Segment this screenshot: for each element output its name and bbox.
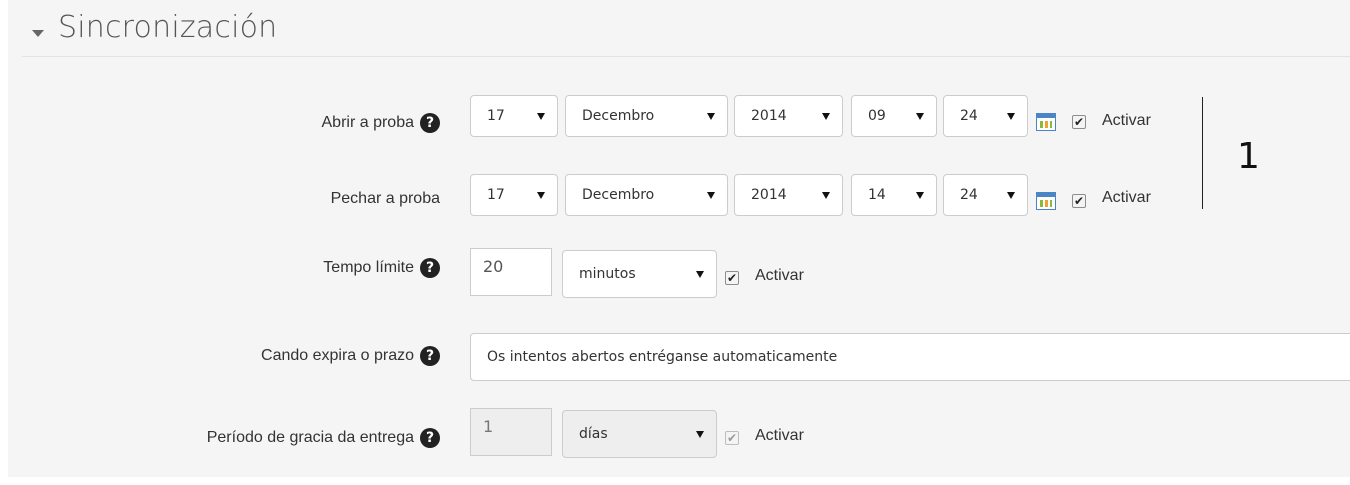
overdue-label: Cando expira o prazo ? — [261, 346, 440, 366]
timelimit-unit-select[interactable]: minutos — [562, 250, 717, 298]
annotation-bracket-line — [1202, 97, 1203, 209]
close-enable-checkbox[interactable]: ✔ — [1072, 194, 1086, 208]
close-year-select[interactable]: 2014 — [734, 174, 843, 216]
caret-down-icon[interactable] — [32, 30, 44, 37]
calendar-icon[interactable] — [1036, 113, 1056, 131]
section-title[interactable]: Sincronización — [58, 10, 277, 45]
overdue-handling-select[interactable]: Os intentos abertos entréganse automatic… — [470, 333, 1350, 381]
close-label-text: Pechar a proba — [330, 190, 440, 207]
open-enable-label: Activar — [1102, 112, 1151, 129]
grace-label: Período de gracia da entrega ? — [207, 428, 440, 448]
section-header[interactable]: Sincronización — [22, 10, 1350, 57]
open-month-select[interactable]: Decembro — [565, 95, 728, 137]
chevron-down-icon — [822, 192, 830, 199]
open-label-text: Abrir a proba — [321, 114, 415, 131]
timelimit-row-label-container: Tempo límite ? — [0, 258, 440, 288]
open-enable-checkbox[interactable]: ✔ — [1072, 115, 1086, 129]
help-icon[interactable]: ? — [420, 113, 440, 133]
timelimit-label: Tempo límite ? — [323, 258, 440, 278]
grace-label-text: Período de gracia da entrega — [206, 429, 414, 446]
close-month-select[interactable]: Decembro — [565, 174, 728, 216]
calendar-icon[interactable] — [1036, 192, 1056, 210]
annotation-number: 1 — [1237, 136, 1260, 177]
open-label: Abrir a proba ? — [321, 113, 440, 133]
chevron-down-icon — [822, 113, 830, 120]
chevron-down-icon — [696, 271, 704, 278]
timelimit-enable-checkbox[interactable]: ✔ — [725, 271, 739, 285]
open-year-select[interactable]: 2014 — [734, 95, 843, 137]
open-hour-select[interactable]: 09 — [851, 95, 937, 137]
timelimit-label-text: Tempo límite — [323, 259, 414, 276]
chevron-down-icon — [707, 113, 715, 120]
grace-period-unit-select[interactable]: días — [562, 410, 717, 458]
timing-section — [8, 0, 1350, 477]
open-minute-select[interactable]: 24 — [943, 95, 1028, 137]
timelimit-enable-label: Activar — [755, 267, 804, 284]
grace-enable-label: Activar — [755, 427, 804, 444]
grace-row-label-container: Período de gracia da entrega ? — [0, 428, 440, 458]
overdue-label-text: Cando expira o prazo — [261, 347, 414, 364]
chevron-down-icon — [916, 192, 924, 199]
chevron-down-icon — [537, 113, 545, 120]
close-hour-select[interactable]: 14 — [851, 174, 937, 216]
chevron-down-icon — [537, 192, 545, 199]
open-row-label-container: Abrir a proba ? — [0, 103, 440, 145]
chevron-down-icon — [696, 431, 704, 438]
chevron-down-icon — [1007, 192, 1015, 199]
chevron-down-icon — [1007, 113, 1015, 120]
chevron-down-icon — [916, 113, 924, 120]
close-enable-label: Activar — [1102, 189, 1151, 206]
timelimit-input[interactable]: 20 — [470, 248, 552, 296]
close-minute-select[interactable]: 24 — [943, 174, 1028, 216]
close-day-select[interactable]: 17 — [470, 174, 558, 216]
chevron-down-icon — [707, 192, 715, 199]
grace-enable-checkbox[interactable]: ✔ — [725, 431, 739, 445]
close-label: Pechar a proba — [331, 190, 440, 208]
close-row-label-container: Pechar a proba — [0, 183, 440, 225]
open-day-select[interactable]: 17 — [470, 95, 558, 137]
help-icon[interactable]: ? — [420, 346, 440, 366]
help-icon[interactable]: ? — [420, 428, 440, 448]
help-icon[interactable]: ? — [420, 258, 440, 278]
overdue-row-label-container: Cando expira o prazo ? — [0, 346, 440, 376]
grace-period-input[interactable]: 1 — [470, 408, 552, 456]
